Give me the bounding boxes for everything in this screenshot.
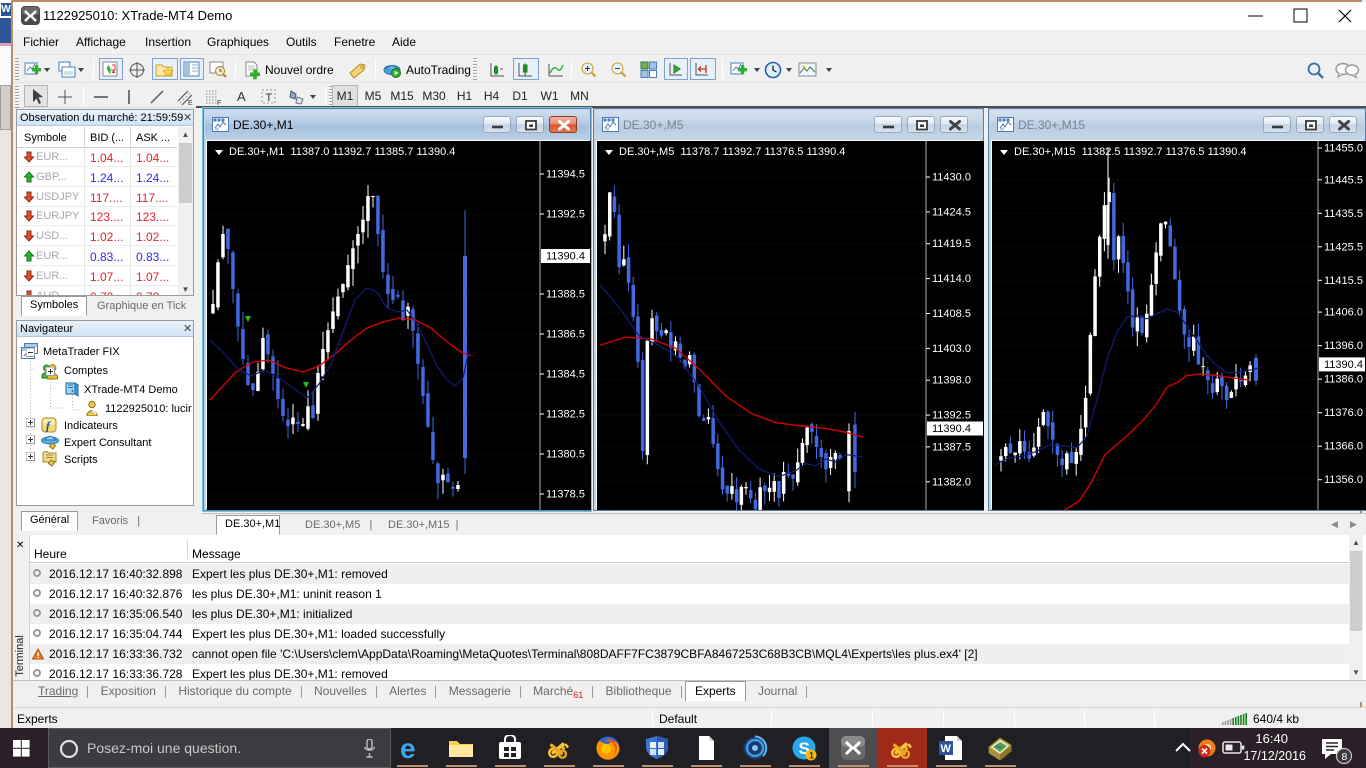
svg-text:11388.5: 11388.5 [546,289,585,301]
svg-text:11386.0: 11386.0 [1324,374,1363,386]
svg-text:11356.0: 11356.0 [1324,474,1363,486]
svg-text:11396.0: 11396.0 [1324,340,1363,352]
svg-text:11406.0: 11406.0 [1324,307,1363,319]
svg-text:DE.30+,M5 11378.7 11392.7 113: DE.30+,M5 11378.7 11392.7 11376.5 11390.… [619,146,845,158]
svg-text:11390.4: 11390.4 [546,251,585,263]
svg-text:11386.5: 11386.5 [546,329,585,341]
svg-text:11430.0: 11430.0 [932,172,971,184]
svg-text:DE.30+,M15 11382.5 11392.7 11: DE.30+,M15 11382.5 11392.7 11376.5 11390… [1014,146,1247,158]
svg-text:11392.5: 11392.5 [932,410,971,422]
svg-text:11392.5: 11392.5 [546,209,585,221]
svg-text:11382.0: 11382.0 [932,476,971,488]
svg-text:1: 1 [809,751,814,761]
svg-text:11445.5: 11445.5 [1324,174,1363,186]
svg-text:11380.5: 11380.5 [546,449,585,461]
svg-text:w: w [214,127,219,133]
svg-text:11394.5: 11394.5 [546,169,585,181]
svg-text:11414.0: 11414.0 [932,273,971,285]
svg-text:W: W [941,743,952,755]
svg-text:11398.0: 11398.0 [932,375,971,387]
svg-text:11455.0: 11455.0 [1324,143,1363,155]
svg-text:11415.5: 11415.5 [1324,275,1363,287]
svg-text:11366.0: 11366.0 [1324,441,1363,453]
svg-text:11376.0: 11376.0 [1324,407,1363,419]
svg-text:E: E [188,100,193,106]
svg-text:11384.5: 11384.5 [546,369,585,381]
svg-text:w: w [604,127,609,133]
svg-text:DE.30+,M1 11387.0 11392.7 113: DE.30+,M1 11387.0 11392.7 11385.7 11390.… [229,146,455,158]
svg-text:11382.5: 11382.5 [546,409,585,421]
svg-text:11419.5: 11419.5 [932,238,971,250]
svg-text:11390.4: 11390.4 [932,423,971,435]
svg-text:11435.5: 11435.5 [1324,208,1363,220]
svg-text:11408.5: 11408.5 [932,308,971,320]
svg-text:11403.0: 11403.0 [932,343,971,355]
svg-text:11390.4: 11390.4 [1324,359,1363,371]
svg-text:11378.5: 11378.5 [546,489,585,501]
svg-text:e: e [400,735,416,761]
svg-text:11424.5: 11424.5 [932,206,971,218]
svg-text:11387.5: 11387.5 [932,441,971,453]
svg-text:11425.5: 11425.5 [1324,241,1363,253]
svg-text:w: w [999,127,1004,133]
svg-text:T: T [266,92,273,104]
svg-text:8: 8 [1342,751,1348,763]
